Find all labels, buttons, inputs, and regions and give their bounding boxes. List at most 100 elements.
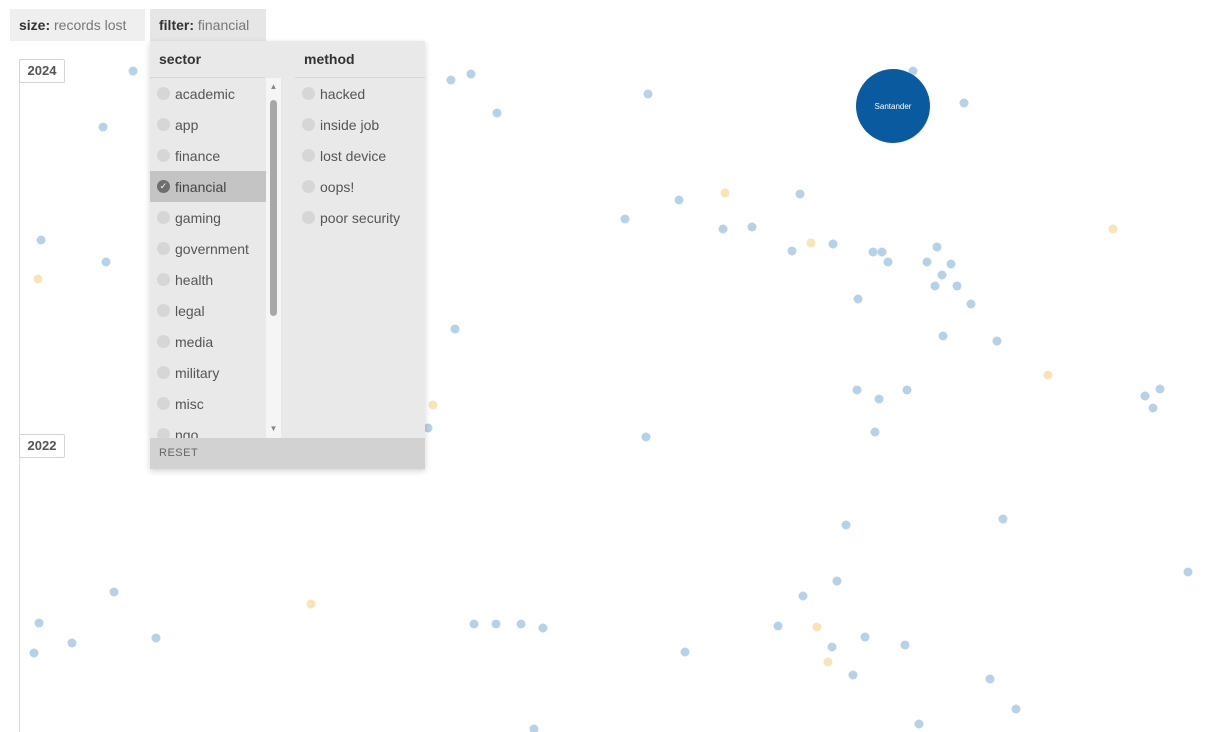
breach-dot[interactable] — [787, 246, 797, 256]
timeline-axis — [19, 62, 20, 732]
breach-dot[interactable] — [641, 432, 651, 442]
size-tab[interactable]: size: records lost — [10, 9, 145, 41]
sector-scrollbar[interactable]: ▲ ▼ — [266, 78, 281, 438]
breach-dot[interactable] — [841, 520, 851, 530]
method-option-oops[interactable]: oops! — [295, 171, 425, 202]
radio-dot-icon — [157, 366, 170, 379]
breach-dot[interactable] — [1148, 403, 1158, 413]
breach-dot[interactable] — [529, 724, 539, 732]
breach-dot[interactable] — [870, 427, 880, 437]
option-label: lost device — [320, 147, 387, 164]
sector-option-financial[interactable]: ✓ financial — [150, 171, 266, 202]
breach-dot[interactable] — [29, 648, 39, 658]
breach-dot[interactable] — [937, 270, 947, 280]
breach-dot[interactable] — [36, 235, 46, 245]
breach-dot[interactable] — [643, 89, 653, 99]
breach-dot[interactable] — [930, 281, 940, 291]
method-option-inside-job[interactable]: inside job — [295, 109, 425, 140]
sector-option-app[interactable]: app — [150, 109, 266, 140]
filter-tab[interactable]: filter: financial — [150, 9, 266, 41]
breach-dot[interactable] — [914, 719, 924, 729]
breach-dot[interactable] — [1140, 391, 1150, 401]
breach-dot[interactable] — [812, 622, 822, 632]
breach-dot[interactable] — [720, 188, 730, 198]
breach-dot[interactable] — [827, 642, 837, 652]
breach-dot[interactable] — [1155, 384, 1165, 394]
scroll-thumb[interactable] — [270, 100, 277, 316]
breach-dot[interactable] — [98, 122, 108, 132]
scroll-down-arrow-icon[interactable]: ▼ — [266, 424, 281, 434]
breach-dot[interactable] — [806, 238, 816, 248]
breach-dot[interactable] — [992, 336, 1002, 346]
sector-option-gaming[interactable]: gaming — [150, 202, 266, 233]
sector-option-finance[interactable]: finance — [150, 140, 266, 171]
sector-option-media[interactable]: media — [150, 326, 266, 357]
breach-dot[interactable] — [773, 621, 783, 631]
breach-dot[interactable] — [1043, 370, 1053, 380]
breach-dot[interactable] — [620, 214, 630, 224]
breach-dot[interactable] — [306, 599, 316, 609]
breach-dot[interactable] — [491, 619, 501, 629]
breach-dot[interactable] — [67, 638, 77, 648]
breach-dot[interactable] — [428, 400, 438, 410]
breach-dot[interactable] — [860, 632, 870, 642]
breach-dot[interactable] — [828, 239, 838, 249]
breach-dot[interactable] — [902, 385, 912, 395]
sector-option-misc[interactable]: misc — [150, 388, 266, 419]
breach-dot[interactable] — [798, 591, 808, 601]
breach-dot[interactable] — [1183, 567, 1193, 577]
breach-dot[interactable] — [680, 647, 690, 657]
sector-option-health[interactable]: health — [150, 264, 266, 295]
breach-dot[interactable] — [998, 514, 1008, 524]
breach-dot[interactable] — [832, 576, 842, 586]
method-option-lost-device[interactable]: lost device — [295, 140, 425, 171]
breach-dot[interactable] — [946, 259, 956, 269]
breach-dot[interactable] — [466, 69, 476, 79]
method-option-hacked[interactable]: hacked — [295, 78, 425, 109]
breach-dot[interactable] — [868, 247, 878, 257]
breach-dot[interactable] — [516, 619, 526, 629]
breach-dot[interactable] — [1011, 704, 1021, 714]
breach-dot[interactable] — [674, 195, 684, 205]
breach-dot[interactable] — [450, 324, 460, 334]
breach-dot[interactable] — [151, 633, 161, 643]
sector-option-government[interactable]: government — [150, 233, 266, 264]
sector-option-military[interactable]: military — [150, 357, 266, 388]
breach-dot[interactable] — [932, 242, 942, 252]
breach-dot[interactable] — [538, 623, 548, 633]
sector-option-ngo[interactable]: ngo — [150, 419, 266, 438]
scroll-up-arrow-icon[interactable]: ▲ — [266, 82, 281, 92]
method-list: hacked inside job lost device oops! poor sec… — [295, 78, 425, 233]
breach-dot[interactable] — [109, 587, 119, 597]
sector-option-legal[interactable]: legal — [150, 295, 266, 326]
breach-dot[interactable] — [823, 657, 833, 667]
breach-dot[interactable] — [985, 674, 995, 684]
breach-dot[interactable] — [33, 274, 43, 284]
breach-dot[interactable] — [900, 640, 910, 650]
breach-dot[interactable] — [492, 108, 502, 118]
breach-dot[interactable] — [922, 257, 932, 267]
option-label: app — [175, 116, 199, 133]
breach-dot[interactable] — [883, 257, 893, 267]
reset-button[interactable]: RESET — [150, 438, 425, 469]
breach-dot[interactable] — [966, 299, 976, 309]
breach-dot[interactable] — [938, 331, 948, 341]
breach-dot[interactable] — [852, 385, 862, 395]
breach-dot[interactable] — [874, 394, 884, 404]
breach-dot[interactable] — [952, 281, 962, 291]
breach-dot[interactable] — [877, 247, 887, 257]
breach-dot[interactable] — [1108, 224, 1118, 234]
breach-dot[interactable] — [959, 98, 969, 108]
sector-option-academic[interactable]: academic — [150, 78, 266, 109]
breach-dot[interactable] — [128, 66, 138, 76]
breach-dot[interactable] — [34, 618, 44, 628]
breach-dot[interactable] — [718, 224, 728, 234]
breach-dot[interactable] — [747, 222, 757, 232]
breach-dot[interactable] — [853, 294, 863, 304]
breach-dot[interactable] — [795, 189, 805, 199]
breach-dot[interactable] — [446, 75, 456, 85]
method-option-poor-security[interactable]: poor security — [295, 202, 425, 233]
breach-dot[interactable] — [469, 619, 479, 629]
breach-dot[interactable] — [101, 257, 111, 267]
breach-dot[interactable] — [848, 670, 858, 680]
